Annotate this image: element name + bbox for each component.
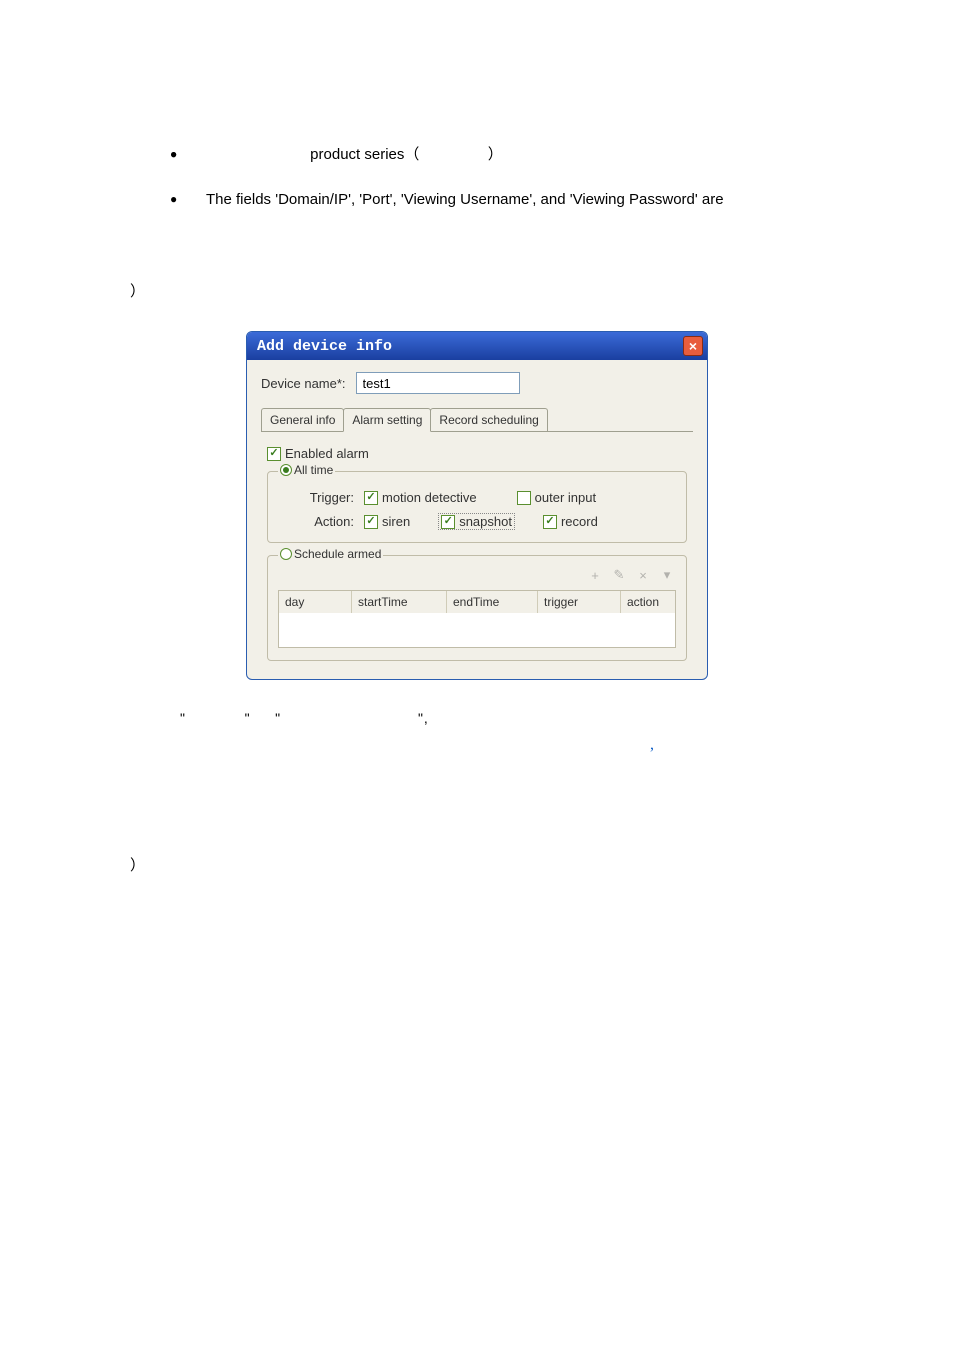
col-trigger[interactable]: trigger bbox=[538, 591, 621, 613]
schedule-armed-group: Schedule armed + ✎ × ▾ day startTime bbox=[267, 555, 687, 661]
trigger-label: Trigger: bbox=[298, 490, 354, 505]
siren-checkbox[interactable]: ✓ bbox=[364, 515, 378, 529]
dialog-title: Add device info bbox=[257, 338, 392, 355]
bullet-text-3: The fields 'Domain/IP', 'Port', 'Viewing… bbox=[206, 191, 724, 208]
quote-line: " " " ", bbox=[180, 710, 824, 726]
bullet-text-2-prefix: product series（ bbox=[310, 146, 419, 163]
col-endtime[interactable]: endTime bbox=[447, 591, 538, 613]
all-time-radio[interactable] bbox=[280, 464, 292, 476]
closing-paren-2: ） bbox=[130, 854, 824, 875]
enabled-alarm-checkbox[interactable]: ✓ bbox=[267, 447, 281, 461]
tab-alarm-setting[interactable]: Alarm setting bbox=[343, 408, 431, 432]
bullet-item-3: The fields 'Domain/IP', 'Port', 'Viewing… bbox=[170, 189, 824, 210]
col-starttime[interactable]: startTime bbox=[352, 591, 447, 613]
device-name-label: Device name*: bbox=[261, 376, 346, 391]
schedule-armed-label: Schedule armed bbox=[294, 547, 381, 561]
enabled-alarm-label: Enabled alarm bbox=[285, 446, 369, 461]
record-checkbox[interactable]: ✓ bbox=[543, 515, 557, 529]
closing-paren-1: ） bbox=[130, 280, 824, 301]
comma-mark: , bbox=[650, 736, 824, 754]
menu-icon[interactable]: ▾ bbox=[658, 566, 676, 584]
add-icon[interactable]: + bbox=[586, 566, 604, 584]
motion-detective-checkbox[interactable]: ✓ bbox=[364, 491, 378, 505]
bullet-item-2: product series（ ） bbox=[170, 144, 824, 165]
motion-detective-label: motion detective bbox=[382, 490, 477, 505]
outer-input-label: outer input bbox=[535, 490, 596, 505]
snapshot-checkbox[interactable]: ✓ bbox=[441, 515, 455, 529]
tab-record-scheduling[interactable]: Record scheduling bbox=[430, 408, 547, 431]
all-time-group: All time Trigger: ✓ motion detective ✓ o… bbox=[267, 471, 687, 543]
close-icon[interactable]: × bbox=[683, 336, 703, 356]
snapshot-label: snapshot bbox=[459, 514, 512, 529]
bullet-text-2-suffix: ） bbox=[488, 146, 503, 163]
schedule-armed-radio[interactable] bbox=[280, 548, 292, 560]
col-action[interactable]: action bbox=[621, 591, 675, 613]
outer-input-checkbox[interactable]: ✓ bbox=[517, 491, 531, 505]
add-device-dialog: Add device info × Device name*: General … bbox=[246, 331, 708, 680]
col-day[interactable]: day bbox=[279, 591, 352, 613]
edit-icon[interactable]: ✎ bbox=[610, 566, 628, 584]
device-name-input[interactable] bbox=[356, 372, 520, 394]
all-time-label: All time bbox=[294, 463, 333, 477]
schedule-table: day startTime endTime trigger action bbox=[278, 590, 676, 648]
tabs: General info Alarm setting Record schedu… bbox=[261, 408, 693, 432]
dialog-titlebar[interactable]: Add device info × bbox=[247, 332, 707, 360]
siren-label: siren bbox=[382, 514, 410, 529]
record-label: record bbox=[561, 514, 598, 529]
action-label: Action: bbox=[298, 514, 354, 529]
schedule-table-body-empty bbox=[279, 613, 675, 647]
delete-icon[interactable]: × bbox=[634, 566, 652, 584]
tab-general-info[interactable]: General info bbox=[261, 408, 344, 431]
